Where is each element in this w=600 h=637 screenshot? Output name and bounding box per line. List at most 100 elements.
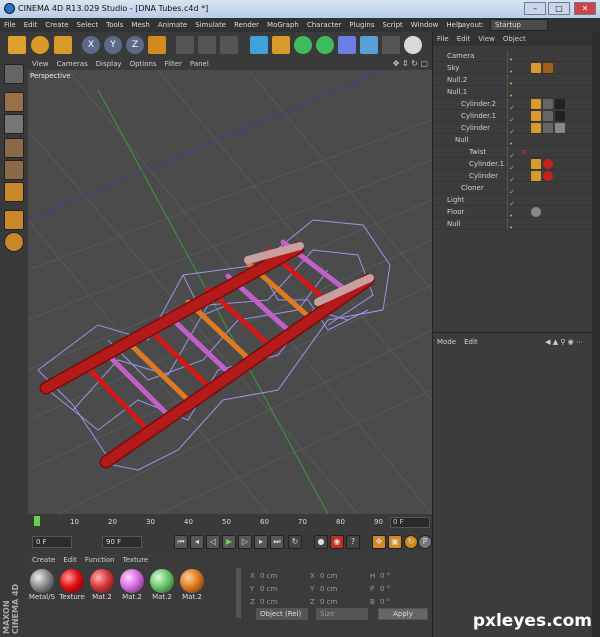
coordinate-system-icon[interactable]: [148, 36, 166, 54]
material-swatch[interactable]: Mat.2: [148, 569, 176, 609]
light-icon[interactable]: [404, 36, 422, 54]
coord-value[interactable]: 0 cm: [260, 585, 277, 593]
pen-spline-icon[interactable]: [272, 36, 290, 54]
material-swatch[interactable]: Mat.2: [88, 569, 116, 609]
object-menu-object[interactable]: Object: [499, 32, 530, 46]
menu-window[interactable]: Window: [407, 18, 443, 32]
viewport-menu-options[interactable]: Options: [126, 58, 161, 70]
y-axis-icon[interactable]: Y: [104, 36, 122, 54]
material-menu-function[interactable]: Function: [81, 554, 119, 566]
attribute-nav-icons[interactable]: ◀ ▲ ⚲ ◉ ⋯: [541, 335, 587, 349]
current-frame-field[interactable]: 0 F: [390, 517, 430, 528]
step-back-icon[interactable]: ◁: [206, 535, 220, 549]
material-swatch[interactable]: Texture: [58, 569, 86, 609]
make-editable-icon[interactable]: [4, 64, 24, 84]
viewport-menu-display[interactable]: Display: [92, 58, 126, 70]
loop-icon[interactable]: ↻: [288, 535, 302, 549]
rotate-tool-icon[interactable]: [31, 36, 49, 54]
material-tag-icon[interactable]: [555, 111, 565, 121]
render-picture-viewer-icon[interactable]: [198, 36, 216, 54]
material-swatch[interactable]: Mat.2: [178, 569, 206, 609]
apply-button[interactable]: Apply: [378, 608, 428, 620]
menu-character[interactable]: Character: [303, 18, 346, 32]
menu-script[interactable]: Script: [378, 18, 406, 32]
material-menu-edit[interactable]: Edit: [59, 554, 81, 566]
axis-mode-icon[interactable]: [4, 210, 24, 230]
menu-mograph[interactable]: MoGraph: [263, 18, 303, 32]
material-tag-icon[interactable]: [555, 99, 565, 109]
coord-size-select[interactable]: Size: [316, 608, 368, 620]
coord-value[interactable]: 0 cm: [260, 598, 277, 606]
texture-tag-icon[interactable]: [543, 123, 553, 133]
phong-tag-icon[interactable]: [531, 171, 541, 181]
texture-tag-icon[interactable]: [543, 99, 553, 109]
coord-value[interactable]: 0 cm: [320, 585, 337, 593]
phong-tag-icon[interactable]: [531, 159, 541, 169]
maximize-button[interactable]: □: [548, 2, 570, 15]
coord-value[interactable]: 0 °: [380, 585, 390, 593]
material-tag-icon[interactable]: [543, 159, 553, 169]
coord-value[interactable]: 0 cm: [260, 572, 277, 580]
move-tool-icon[interactable]: [8, 36, 26, 54]
z-axis-icon[interactable]: Z: [126, 36, 144, 54]
step-forward-icon[interactable]: ▷: [238, 535, 252, 549]
material-menu-create[interactable]: Create: [28, 554, 59, 566]
camera-icon[interactable]: [382, 36, 400, 54]
viewport-menu-view[interactable]: View: [28, 58, 53, 70]
material-tag-icon[interactable]: [555, 123, 565, 133]
coord-value[interactable]: 0 °: [380, 598, 390, 606]
object-menu-view[interactable]: View: [474, 32, 499, 46]
close-button[interactable]: ✕: [574, 2, 596, 15]
scale-key-icon[interactable]: ▣: [388, 535, 402, 549]
end-frame-field[interactable]: 90 F: [102, 536, 142, 548]
previous-key-icon[interactable]: ◂: [190, 535, 204, 549]
menu-simulate[interactable]: Simulate: [191, 18, 230, 32]
render-settings-icon[interactable]: [220, 36, 238, 54]
menu-animate[interactable]: Animate: [154, 18, 191, 32]
x-axis-icon[interactable]: X: [82, 36, 100, 54]
material-swatch[interactable]: Metal/S: [28, 569, 56, 609]
right-tab-strip[interactable]: [592, 32, 600, 637]
array-icon[interactable]: [316, 36, 334, 54]
menu-plugins[interactable]: Plugins: [345, 18, 378, 32]
edges-mode-icon[interactable]: [4, 160, 24, 180]
viewport-nav-icons[interactable]: ✥ ⇕ ↻ ▢: [393, 59, 428, 68]
material-menu-texture[interactable]: Texture: [119, 554, 153, 566]
polygons-mode-icon[interactable]: [4, 182, 24, 202]
viewport[interactable]: View Cameras Display Options Filter Panel Per…: [28, 58, 432, 514]
snap-icon[interactable]: [4, 232, 24, 252]
object-menu-edit[interactable]: Edit: [453, 32, 475, 46]
nurbs-icon[interactable]: [294, 36, 312, 54]
playhead[interactable]: [34, 516, 40, 526]
menu-mesh[interactable]: Mesh: [127, 18, 153, 32]
menu-file[interactable]: File: [0, 18, 20, 32]
attribute-menu-mode[interactable]: Mode: [433, 335, 460, 349]
position-key-icon[interactable]: ✥: [372, 535, 386, 549]
layout-select[interactable]: Startup: [490, 19, 548, 31]
keyframe-selection-icon[interactable]: ?: [346, 535, 360, 549]
start-frame-field[interactable]: 0 F: [32, 536, 72, 548]
render-view-icon[interactable]: [176, 36, 194, 54]
parameter-key-icon[interactable]: P: [418, 535, 432, 549]
material-swatch[interactable]: Mat.2: [118, 569, 146, 609]
rotation-key-icon[interactable]: ↻: [404, 535, 418, 549]
timeline[interactable]: 0 10 20 30 40 50 60 70 80 90 0 F: [28, 514, 432, 530]
points-mode-icon[interactable]: [4, 138, 24, 158]
deformer-icon[interactable]: [338, 36, 356, 54]
scale-tool-icon[interactable]: [54, 36, 72, 54]
visibility-column[interactable]: • • • • ✓ ✓ ✓ • ✓ ✓ ✓ ✓ ✓ • •: [509, 54, 521, 232]
cube-icon[interactable]: [250, 36, 268, 54]
phong-tag-icon[interactable]: [531, 111, 541, 121]
viewport-menu-cameras[interactable]: Cameras: [53, 58, 92, 70]
menu-tools[interactable]: Tools: [102, 18, 127, 32]
coord-value[interactable]: 0 cm: [320, 572, 337, 580]
phong-tag-icon[interactable]: [531, 123, 541, 133]
play-icon[interactable]: ▶: [222, 535, 236, 549]
menu-select[interactable]: Select: [73, 18, 103, 32]
disabled-x-icon[interactable]: ✕: [521, 147, 528, 157]
record-icon[interactable]: ●: [314, 535, 328, 549]
next-key-icon[interactable]: ▸: [254, 535, 268, 549]
texture-tag-icon[interactable]: [543, 63, 553, 73]
minimize-button[interactable]: –: [524, 2, 546, 15]
object-menu-file[interactable]: File: [433, 32, 453, 46]
